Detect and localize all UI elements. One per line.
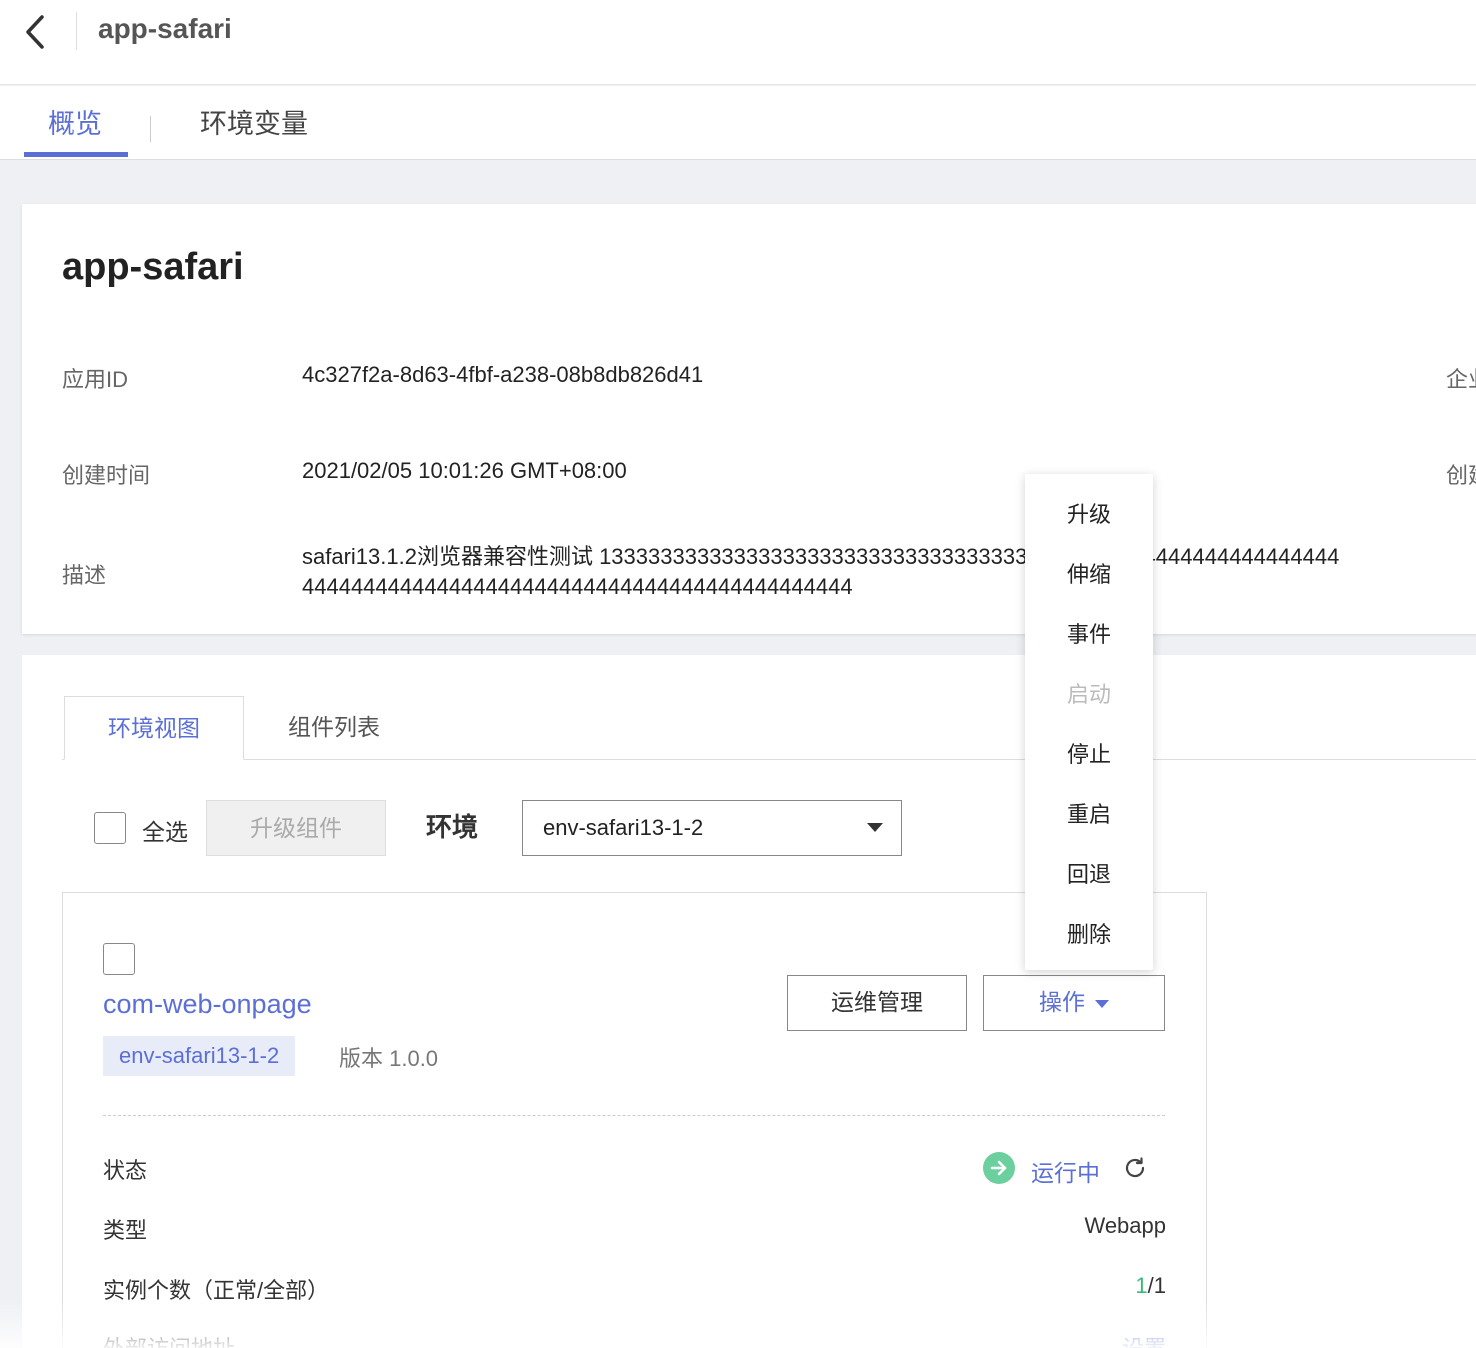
component-version: 版本 1.0.0	[339, 1046, 439, 1071]
select-all-label: 全选	[142, 819, 188, 845]
app-info-card: app-safari 应用ID 4c327f2a-8d63-4fbf-a238-…	[22, 204, 1476, 634]
tab-overview[interactable]: 概览	[48, 102, 102, 141]
active-tab-indicator	[24, 152, 128, 157]
menu-item-upgrade[interactable]: 升级	[1025, 497, 1153, 529]
action-dropdown-button[interactable]: 操作	[983, 975, 1165, 1031]
menu-item-rollback[interactable]: 回退	[1025, 857, 1153, 889]
caret-down-icon	[1095, 999, 1109, 1008]
instances-total: /1	[1147, 1273, 1166, 1298]
component-checkbox[interactable]	[103, 943, 135, 975]
tab-separator	[150, 116, 151, 142]
top-tabs: 概览 环境变量	[0, 86, 1476, 160]
menu-item-stop[interactable]: 停止	[1025, 737, 1153, 769]
back-arrow-icon[interactable]	[22, 12, 52, 52]
component-name[interactable]: com-web-onpage	[103, 989, 312, 1020]
top-bar: app-safari	[0, 0, 1476, 85]
app-title: app-safari	[62, 246, 244, 288]
ops-management-button[interactable]: 运维管理	[787, 975, 967, 1031]
select-all-checkbox[interactable]	[94, 812, 126, 844]
menu-item-delete[interactable]: 删除	[1025, 917, 1153, 949]
access-settings-link[interactable]: 设置	[1122, 1331, 1166, 1348]
env-label: 环境	[426, 812, 479, 842]
menu-item-events[interactable]: 事件	[1025, 617, 1153, 649]
menu-item-restart[interactable]: 重启	[1025, 797, 1153, 829]
env-tag: env-safari13-1-2	[103, 1036, 296, 1076]
creator-label: 创建	[1446, 463, 1476, 488]
dashed-divider	[103, 1115, 1165, 1116]
action-button-label: 操作	[1039, 989, 1085, 1015]
tab-env-vars[interactable]: 环境变量	[200, 102, 308, 141]
app-id-label: 应用ID	[62, 367, 129, 392]
description-value: safari13.1.2浏览器兼容性测试 1333333333333333333…	[302, 544, 1340, 599]
environment-card: 环境视图 组件列表 全选 升级组件 环境 env-safari13-1-2 co…	[22, 655, 1476, 1348]
app-id-value: 4c327f2a-8d63-4fbf-a238-08b8db826d41	[302, 362, 704, 387]
instances-label: 实例个数（正常/全部）	[103, 1278, 330, 1303]
instances-value: 1/1	[1135, 1273, 1166, 1299]
tab-component-list[interactable]: 组件列表	[254, 696, 414, 760]
type-label: 类型	[103, 1218, 148, 1243]
menu-item-start: 启动	[1066, 682, 1111, 707]
menu-item-scale[interactable]: 伸缩	[1025, 557, 1153, 589]
tab-env-view[interactable]: 环境视图	[64, 696, 244, 760]
instances-normal: 1	[1135, 1273, 1148, 1298]
description-label: 描述	[62, 563, 107, 588]
type-value: Webapp	[1084, 1213, 1166, 1238]
env-select[interactable]: env-safari13-1-2	[522, 800, 902, 856]
running-arrow-icon	[983, 1152, 1015, 1184]
header-divider	[76, 12, 77, 50]
upgrade-components-button[interactable]: 升级组件	[206, 800, 386, 856]
created-value: 2021/02/05 10:01:26 GMT+08:00	[302, 458, 627, 483]
action-menu: 升级 伸缩 事件 启动 停止 重启 回退 删除	[1025, 474, 1153, 970]
dropdown-arrow-icon	[867, 823, 883, 832]
status-value: 运行中	[1031, 1160, 1100, 1186]
created-label: 创建时间	[62, 463, 151, 488]
access-address-label: 外部访问地址	[103, 1331, 235, 1348]
enterprise-label: 企业	[1446, 367, 1476, 392]
refresh-icon[interactable]	[1123, 1156, 1147, 1180]
status-label: 状态	[103, 1158, 148, 1183]
env-select-value: env-safari13-1-2	[543, 815, 704, 840]
header-title: app-safari	[98, 13, 232, 44]
